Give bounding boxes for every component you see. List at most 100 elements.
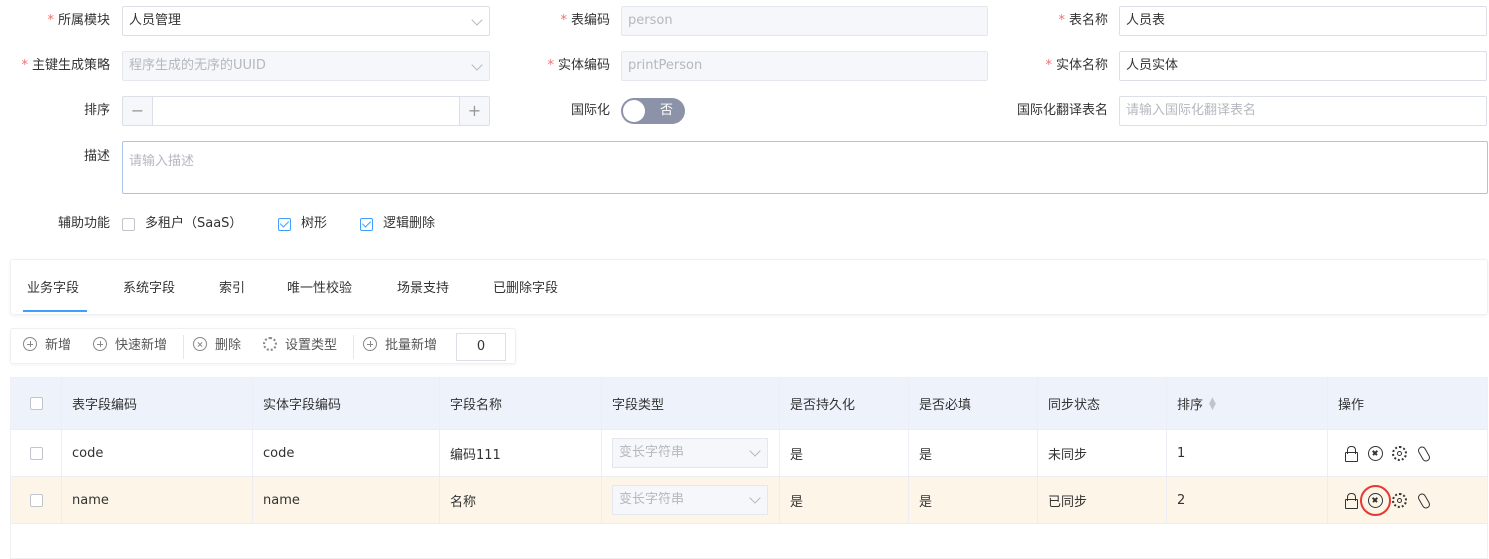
toolbar-divider (183, 335, 184, 359)
plus-circle-icon (363, 337, 377, 351)
header-table-code: 表字段编码 (61, 378, 252, 429)
paperclip-icon[interactable] (1416, 493, 1431, 508)
field-toolbar: 新增 快速新增 删除 设置类型 批量新增 0 (10, 328, 516, 364)
table-code-input: person (621, 6, 988, 36)
row-select-cell (11, 477, 61, 523)
close-circle-icon[interactable] (1360, 484, 1391, 516)
cell-entity-code: code (252, 430, 439, 476)
cell-actions (1327, 430, 1487, 476)
sort-stepper[interactable]: − + (122, 96, 490, 126)
toggle-knob (623, 100, 645, 122)
select-all-cell (11, 378, 61, 429)
tab-system-fields[interactable]: 系统字段 (123, 260, 175, 314)
batch-count-input[interactable]: 0 (456, 333, 506, 361)
toolbar-divider (353, 335, 354, 359)
cell-actions (1327, 477, 1487, 523)
gear-icon[interactable] (1392, 492, 1407, 508)
i18n-table-input[interactable]: 请输入国际化翻译表名 (1119, 96, 1487, 126)
table-header: 表字段编码 实体字段编码 字段名称 字段类型 是否持久化 是否必填 同步状态 排… (11, 378, 1487, 430)
delete-button[interactable]: 删除 (193, 329, 241, 363)
tab-deleted-fields[interactable]: 已删除字段 (493, 260, 558, 314)
i18n-table-label: 国际化翻译表名 (1016, 103, 1108, 118)
cell-table-code: code (61, 430, 252, 476)
cell-table-code: name (61, 477, 252, 523)
table-name-label: * 表名称 (1058, 13, 1108, 28)
plus-circle-icon (23, 337, 37, 351)
field-tabs: 业务字段 系统字段 索引 唯一性校验 场景支持 已删除字段 (10, 259, 1488, 315)
batch-add-button[interactable]: 批量新增 (363, 329, 437, 363)
cell-sync-status: 未同步 (1037, 430, 1166, 476)
module-label: * 所属模块 (47, 13, 110, 28)
entity-name-label: * 实体名称 (1045, 58, 1108, 73)
quick-add-button[interactable]: 快速新增 (93, 329, 167, 363)
header-entity-code: 实体字段编码 (252, 378, 439, 429)
header-field-type: 字段类型 (601, 378, 779, 429)
cell-field-type: 变长字符串 (601, 477, 779, 523)
entity-code-label: * 实体编码 (547, 58, 610, 73)
header-field-name: 字段名称 (439, 378, 601, 429)
cell-order: 2 (1166, 477, 1327, 523)
cell-entity-code: name (252, 477, 439, 523)
i18n-toggle[interactable]: 否 (621, 98, 685, 124)
row-select-cell (11, 430, 61, 476)
chevron-down-icon (749, 492, 761, 504)
cell-persist: 是 (779, 430, 908, 476)
cell-field-type: 变长字符串 (601, 430, 779, 476)
gear-icon (263, 337, 277, 351)
tree-checkbox[interactable] (278, 217, 291, 231)
module-select[interactable]: 人员管理 (122, 6, 490, 36)
field-type-select: 变长字符串 (612, 485, 768, 515)
header-order[interactable]: 排序 ▲ ▼ (1166, 378, 1327, 429)
add-button[interactable]: 新增 (23, 329, 71, 363)
paperclip-icon[interactable] (1416, 446, 1431, 461)
desc-textarea[interactable]: 请输入描述 (122, 141, 1488, 194)
lock-icon[interactable] (1344, 492, 1359, 509)
row-checkbox[interactable] (29, 493, 43, 507)
sort-minus-button[interactable]: − (123, 97, 153, 125)
table-name-input[interactable]: 人员表 (1119, 6, 1487, 36)
aux-label: 辅助功能 (57, 216, 110, 231)
field-table: 表字段编码 实体字段编码 字段名称 字段类型 是否持久化 是否必填 同步状态 排… (10, 377, 1488, 559)
aux-logic-delete[interactable]: 逻辑删除 (360, 214, 435, 234)
tab-unique-check[interactable]: 唯一性校验 (287, 260, 352, 314)
tab-index[interactable]: 索引 (219, 260, 245, 314)
cell-required: 是 (908, 430, 1037, 476)
tab-scene-support[interactable]: 场景支持 (397, 260, 449, 314)
table-code-label: * 表编码 (560, 13, 610, 28)
logic-delete-checkbox[interactable] (360, 217, 373, 231)
entity-name-input[interactable]: 人员实体 (1119, 51, 1487, 81)
active-tab-indicator (23, 310, 87, 312)
saas-checkbox[interactable] (122, 217, 135, 231)
sort-plus-button[interactable]: + (459, 97, 489, 125)
cell-order: 1 (1166, 430, 1327, 476)
plus-circle-icon (93, 337, 107, 351)
toggle-text: 否 (659, 103, 673, 118)
pk-strategy-select: 程序生成的无序的UUID (122, 51, 490, 81)
aux-tree[interactable]: 树形 (278, 214, 327, 234)
set-type-button[interactable]: 设置类型 (263, 329, 337, 363)
cell-field-name: 名称 (439, 477, 601, 523)
header-persist: 是否持久化 (779, 378, 908, 429)
desc-label: 描述 (83, 149, 110, 164)
aux-saas[interactable]: 多租户（SaaS） (122, 214, 242, 234)
i18n-label: 国际化 (570, 103, 610, 118)
cell-field-name: 编码111 (439, 430, 601, 476)
sort-icon[interactable]: ▲ ▼ (1209, 396, 1216, 411)
lock-icon[interactable] (1344, 445, 1359, 462)
row-checkbox[interactable] (29, 446, 43, 460)
header-sync-status: 同步状态 (1037, 378, 1166, 429)
pk-strategy-label: * 主键生成策略 (21, 58, 110, 73)
close-circle-icon[interactable] (1368, 445, 1383, 461)
table-row[interactable]: code code 编码111 变长字符串 是 是 未同步 1 (11, 430, 1487, 477)
table-row[interactable]: name name 名称 变长字符串 是 是 已同步 2 (11, 477, 1487, 524)
gear-icon[interactable] (1392, 445, 1407, 461)
close-circle-icon (193, 337, 207, 351)
entity-code-input: printPerson (621, 51, 988, 81)
chevron-down-icon (471, 14, 483, 26)
tab-business-fields[interactable]: 业务字段 (27, 260, 79, 314)
header-required: 是否必填 (908, 378, 1037, 429)
cell-required: 是 (908, 477, 1037, 523)
select-all-checkbox[interactable] (29, 397, 43, 410)
field-type-select: 变长字符串 (612, 438, 768, 468)
header-actions: 操作 (1327, 378, 1487, 429)
